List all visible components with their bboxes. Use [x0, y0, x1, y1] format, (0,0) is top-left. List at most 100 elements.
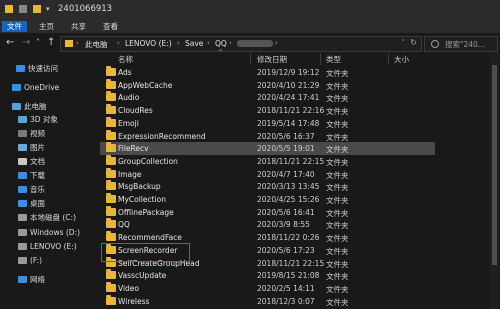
save-icon[interactable] — [19, 5, 27, 13]
sidebar-item[interactable]: OneDrive — [12, 82, 59, 94]
sidebar-item[interactable]: 视频 — [18, 128, 45, 140]
breadcrumb-qq[interactable]: QQ — [215, 39, 227, 48]
file-name: ExpressionRecommend — [118, 131, 206, 141]
star-icon — [16, 65, 25, 72]
back-button[interactable]: ← — [6, 37, 14, 48]
sidebar-item[interactable]: 本地磁盘 (C:) — [18, 212, 76, 224]
file-row[interactable]: MyCollection 2020/4/25 15:26 文件夹 — [100, 193, 435, 206]
scrollbar[interactable] — [490, 53, 499, 309]
sidebar-item-label: OneDrive — [24, 83, 60, 92]
folder-icon — [106, 180, 116, 191]
breadcrumb-save[interactable]: Save — [185, 39, 203, 48]
sidebar-item[interactable]: Windows (D:) — [18, 227, 80, 239]
file-row[interactable]: Audio 2020/4/24 17:41 文件夹 — [100, 91, 435, 104]
file-name: Wireless — [118, 296, 150, 306]
sidebar-item-label: 图片 — [30, 143, 45, 152]
quick-access-dropdown-icon[interactable]: ▾ — [46, 5, 50, 13]
file-date: 2020/5/6 16:37 — [257, 131, 315, 141]
file-row[interactable]: RecommendFace 2018/11/22 0:26 文件夹 — [100, 231, 435, 244]
file-date: 2018/11/21 22:16 — [257, 106, 325, 116]
folder-icon — [106, 269, 116, 280]
breadcrumb-this-pc[interactable]: 此电脑 — [85, 39, 108, 50]
file-row[interactable]: OfflinePackage 2020/5/6 16:41 文件夹 — [100, 205, 435, 219]
file-row[interactable]: FileRecv 2020/5/5 19:01 文件夹 — [100, 142, 435, 155]
file-row[interactable]: Emoji 2019/5/14 17:48 文件夹 — [100, 116, 435, 130]
tab-view[interactable]: 查看 — [98, 21, 123, 32]
file-date: 2019/8/15 21:08 — [257, 271, 320, 281]
recent-locations-button[interactable]: ˅ — [36, 38, 40, 47]
folder-icon — [5, 5, 13, 13]
picture-icon — [18, 144, 27, 151]
refresh-icon[interactable]: ↻ — [410, 38, 417, 47]
file-type: 文件夹 — [326, 221, 349, 231]
sidebar-item[interactable]: (F:) — [18, 255, 42, 267]
file-date: 2020/4/10 21:29 — [257, 80, 320, 90]
sidebar-item[interactable]: 桌面 — [18, 198, 45, 210]
file-row[interactable]: Ads 2019/12/9 19:12 文件夹 — [100, 66, 435, 79]
tab-share[interactable]: 共享 — [66, 21, 91, 32]
breadcrumb-drive-e[interactable]: LENOVO (E:) — [125, 39, 172, 48]
file-row[interactable]: GroupCollection 2018/11/21 22:15 文件夹 — [100, 154, 435, 168]
document-icon — [18, 158, 27, 165]
address-dropdown-icon[interactable]: ˅ — [402, 39, 406, 47]
sidebar-item[interactable]: 网络 — [18, 274, 45, 286]
sidebar-item[interactable]: 此电脑 — [12, 101, 47, 113]
file-type: 文件夹 — [326, 107, 349, 117]
navigation-pane: 快速访问 OneDrive 此电脑 3D 对象视频图片文档下载音乐桌面本地磁盘 (C:… — [0, 53, 95, 309]
folder-icon — [106, 193, 116, 203]
column-divider[interactable] — [320, 53, 321, 65]
file-row[interactable]: Video 2020/2/5 14:11 文件夹 — [100, 281, 435, 295]
tab-home[interactable]: 主页 — [34, 21, 59, 32]
scroll-thumb[interactable] — [492, 65, 497, 265]
file-row[interactable]: QQ 2020/3/9 8:55 文件夹 — [100, 218, 435, 231]
sort-up-icon: ^ — [218, 49, 224, 56]
highlight-box — [101, 243, 190, 262]
sidebar-item[interactable]: 音乐 — [18, 184, 45, 196]
computer-icon — [12, 103, 21, 110]
download-icon — [18, 172, 27, 179]
file-name: AppWebCache — [118, 80, 173, 90]
file-name: Video — [118, 283, 140, 293]
file-name: GroupCollection — [118, 156, 178, 166]
file-row[interactable]: VasscUpdate 2019/8/15 21:08 文件夹 — [100, 269, 435, 282]
file-type: 文件夹 — [326, 234, 349, 244]
music-icon — [18, 186, 27, 193]
file-row[interactable]: AppWebCache 2020/4/10 21:29 文件夹 — [100, 78, 435, 92]
folder-icon — [106, 218, 116, 229]
new-folder-icon[interactable] — [33, 5, 41, 13]
folder-icon — [106, 91, 116, 102]
sidebar-item[interactable]: LENOVO (E:) — [18, 241, 77, 253]
file-row[interactable]: Wireless 2018/12/3 0:07 文件夹 — [100, 294, 435, 308]
sidebar-item[interactable]: 快速访问 — [16, 63, 58, 75]
column-divider[interactable] — [388, 53, 389, 65]
file-date: 2020/4/25 15:26 — [257, 195, 320, 204]
search-box[interactable]: 搜索"240... — [424, 36, 498, 52]
file-date: 2020/5/6 16:41 — [257, 207, 315, 217]
tab-file[interactable]: 文件 — [2, 21, 27, 32]
column-type[interactable]: 类型 — [326, 54, 341, 65]
file-date: 2018/12/3 0:07 — [257, 296, 315, 306]
sidebar-item-label: Windows (D:) — [30, 228, 81, 237]
search-icon — [431, 40, 439, 48]
sidebar-item[interactable]: 下载 — [18, 170, 45, 182]
column-date[interactable]: 修改日期 — [257, 54, 287, 65]
sidebar-item-label: 下载 — [30, 171, 45, 180]
column-name[interactable]: 名称 — [118, 54, 133, 65]
file-row[interactable]: MsgBackup 2020/3/13 13:45 文件夹 — [100, 180, 435, 193]
search-input[interactable]: 搜索"240... — [445, 39, 485, 50]
sidebar-item[interactable]: 文档 — [18, 156, 45, 168]
sidebar-item-label: LENOVO (E:) — [30, 242, 77, 251]
folder-icon — [106, 66, 116, 76]
sidebar-item[interactable]: 图片 — [18, 142, 45, 154]
address-bar[interactable]: › 此电脑 › LENOVO (E:) › Save › QQ › › ˅ ↻ — [60, 36, 422, 52]
file-date: 2020/5/5 19:01 — [257, 144, 315, 154]
file-row[interactable]: Image 2020/4/7 17:40 文件夹 — [100, 167, 435, 181]
forward-button[interactable]: → — [22, 37, 30, 48]
sidebar-item[interactable]: 3D 对象 — [18, 114, 58, 126]
file-name: QQ — [118, 220, 130, 230]
file-row[interactable]: CloudRes 2018/11/21 22:16 文件夹 — [100, 104, 435, 117]
file-row[interactable]: ExpressionRecommend 2020/5/6 16:37 文件夹 — [100, 129, 435, 143]
column-size[interactable]: 大小 — [394, 54, 409, 65]
up-button[interactable]: ↑ — [47, 37, 55, 48]
column-divider[interactable] — [250, 53, 251, 65]
